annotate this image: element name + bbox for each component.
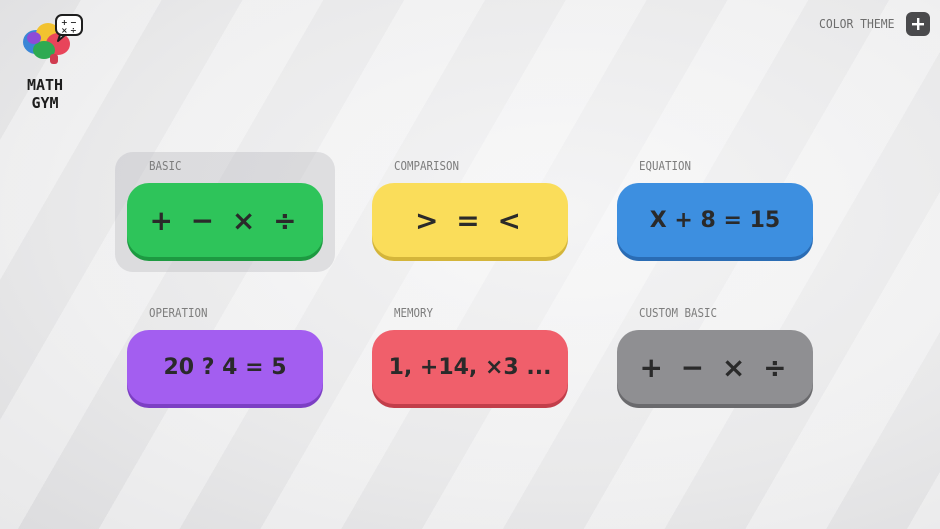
mode-comparison-button[interactable]: > = < [372, 183, 568, 257]
mode-basic-button[interactable]: + − × ÷ [127, 183, 323, 257]
plus-icon [912, 18, 924, 30]
color-theme-label: COLOR THEME [818, 17, 895, 31]
mode-operation-display: 20 ? 4 = 5 [163, 354, 287, 380]
mode-memory[interactable]: MEMORY 1, +14, ×3 ... [372, 306, 568, 404]
mode-custom-basic-display: + − × ÷ [639, 350, 791, 384]
mode-equation-display: X + 8 = 15 [649, 207, 781, 233]
color-theme-button[interactable] [906, 12, 930, 36]
svg-text:÷: ÷ [70, 26, 77, 35]
mode-comparison-label: COMPARISON [394, 159, 460, 173]
mode-equation-label: EQUATION [639, 159, 692, 173]
mode-equation-button[interactable]: X + 8 = 15 [617, 183, 813, 257]
math-gym-logo: + − × ÷ MATH GYM [20, 14, 90, 124]
brain-icon: + − × ÷ [23, 14, 83, 64]
mode-custom-basic-button[interactable]: + − × ÷ [617, 330, 813, 404]
mode-memory-button[interactable]: 1, +14, ×3 ... [372, 330, 568, 404]
mode-equation[interactable]: EQUATION X + 8 = 15 [617, 159, 813, 257]
mode-memory-display: 1, +14, ×3 ... [388, 354, 552, 380]
logo-text: MATH GYM [20, 76, 70, 112]
mode-basic[interactable]: BASIC + − × ÷ [127, 159, 323, 257]
mode-comparison-display: > = < [415, 203, 525, 237]
mode-basic-display: + − × ÷ [149, 203, 301, 237]
mode-custom-basic[interactable]: CUSTOM BASIC + − × ÷ [617, 306, 813, 404]
mode-comparison[interactable]: COMPARISON > = < [372, 159, 568, 257]
mode-memory-label: MEMORY [394, 306, 434, 320]
logo-line-2: GYM [31, 94, 59, 112]
mode-operation[interactable]: OPERATION 20 ? 4 = 5 [127, 306, 323, 404]
logo-line-1: MATH [26, 76, 64, 94]
mode-operation-label: OPERATION [149, 306, 208, 320]
mode-operation-button[interactable]: 20 ? 4 = 5 [127, 330, 323, 404]
mode-basic-label: BASIC [149, 159, 182, 173]
mode-custom-basic-label: CUSTOM BASIC [639, 306, 718, 320]
color-theme-control[interactable]: COLOR THEME [817, 12, 930, 36]
svg-text:×: × [61, 26, 68, 35]
